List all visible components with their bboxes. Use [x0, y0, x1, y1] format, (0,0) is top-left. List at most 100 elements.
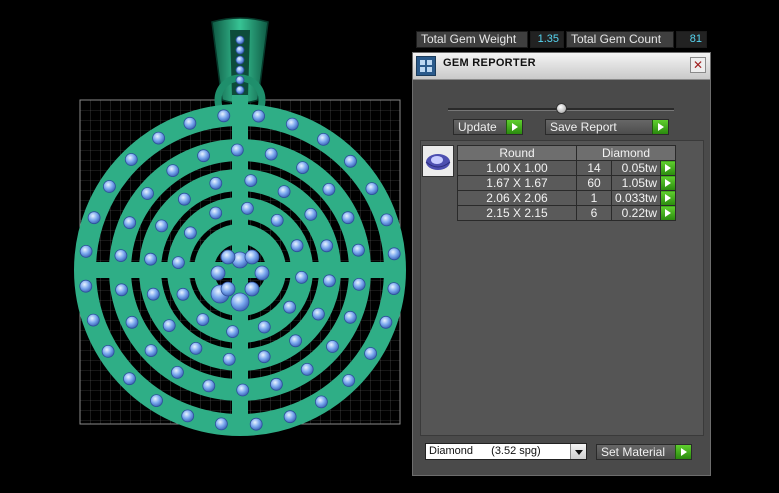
- gem-stone: [380, 213, 394, 227]
- gem-size: 2.15 X 2.15: [457, 205, 577, 221]
- close-icon: ✕: [692, 58, 704, 72]
- gem-stone: [257, 320, 271, 334]
- panel-titlebar[interactable]: GEM REPORTER ✕: [413, 53, 710, 80]
- gem-stone: [317, 132, 330, 146]
- gem-stone: [322, 274, 336, 288]
- gem-stone: [226, 325, 240, 339]
- gem-stone: [125, 315, 139, 329]
- table-row: 1.67 X 1.67 60 1.05tw: [457, 175, 677, 191]
- gem-stone: [235, 45, 245, 55]
- gem-stone: [220, 281, 236, 297]
- gem-stone: [235, 85, 245, 95]
- gem-stone: [155, 219, 169, 233]
- gem-stone: [230, 143, 244, 157]
- gem-stone: [79, 279, 93, 293]
- gem-stone: [252, 109, 266, 123]
- gem-quantity: 60: [576, 175, 612, 191]
- gem-stone: [314, 395, 328, 409]
- gem-stone: [296, 161, 310, 175]
- gem-stone: [123, 216, 137, 230]
- gem-stone: [183, 226, 197, 240]
- gem-size: 2.06 X 2.06: [457, 190, 577, 206]
- save-report-button[interactable]: Save Report: [545, 119, 669, 135]
- gem-stone: [209, 206, 223, 220]
- gem-stone: [124, 153, 138, 166]
- gem-stone: [166, 164, 180, 178]
- gem-stone: [235, 55, 245, 65]
- gem-stone: [351, 243, 365, 257]
- gem-stone: [277, 185, 291, 199]
- gem-stone: [341, 211, 355, 225]
- zoom-slider-handle[interactable]: [556, 103, 567, 114]
- gem-stone: [115, 283, 128, 297]
- gem-stone: [189, 341, 203, 355]
- gem-stone: [387, 282, 401, 296]
- gem-shape-thumbnail[interactable]: [422, 145, 454, 177]
- gem-stone: [343, 310, 357, 324]
- gem-stone: [101, 344, 115, 358]
- gem-size: 1.00 X 1.00: [457, 160, 577, 176]
- gem-weight: 0.033tw: [610, 190, 662, 206]
- gem-stone: [244, 281, 260, 297]
- row-select-button[interactable]: [660, 160, 677, 176]
- gem-stone: [170, 365, 184, 379]
- gem-stone: [141, 187, 154, 200]
- update-button-label: Update: [458, 120, 497, 134]
- gem-stone: [304, 207, 318, 221]
- gem-stone: [87, 211, 101, 225]
- gem-stone: [379, 315, 393, 329]
- gem-stone: [295, 270, 309, 284]
- gem-stone: [197, 149, 211, 163]
- gem-stone: [290, 239, 304, 253]
- row-select-button[interactable]: [660, 175, 677, 191]
- set-material-button[interactable]: Set Material: [596, 444, 692, 460]
- gem-stone: [283, 300, 297, 314]
- row-select-button[interactable]: [660, 205, 677, 221]
- table-row: 2.15 X 2.15 6 0.22tw: [457, 205, 677, 221]
- close-button[interactable]: ✕: [690, 57, 706, 73]
- gem-stone: [254, 265, 270, 281]
- material-header: Diamond: [575, 145, 677, 161]
- total-weight-label: Total Gem Weight: [416, 31, 528, 48]
- gem-stone: [209, 176, 223, 190]
- set-material-button-label: Set Material: [601, 445, 666, 459]
- gem-stone: [177, 192, 191, 206]
- gem-weight: 0.05tw: [610, 160, 662, 176]
- gem-stone: [326, 340, 339, 353]
- material-dropdown[interactable]: Diamond (3.52 spg): [425, 443, 587, 460]
- gem-weight: 0.22tw: [610, 205, 662, 221]
- gem-stone: [236, 383, 250, 397]
- play-arrow-icon: [675, 445, 691, 459]
- gem-stone: [162, 319, 176, 333]
- gem-stone: [222, 352, 236, 366]
- panel-title: GEM REPORTER: [443, 57, 536, 69]
- gem-stone: [144, 252, 158, 266]
- play-arrow-icon: [652, 120, 668, 134]
- gem-stone: [235, 75, 245, 85]
- total-weight-value: 1.35: [530, 31, 564, 48]
- gem-stone: [220, 249, 236, 265]
- gem-stone: [152, 131, 166, 145]
- gem-table-header: Round Diamond: [457, 145, 677, 161]
- gem-stone: [240, 201, 254, 215]
- gem-stone: [283, 410, 297, 424]
- app-icon: [416, 56, 436, 76]
- table-row: 1.00 X 1.00 14 0.05tw: [457, 160, 677, 176]
- update-button[interactable]: Update: [453, 119, 523, 135]
- gem-stone: [210, 265, 226, 281]
- gem-size: 1.67 X 1.67: [457, 175, 577, 191]
- row-select-button[interactable]: [660, 190, 677, 206]
- gem-stone: [269, 377, 283, 391]
- gem-stone: [103, 180, 116, 193]
- gem-stone: [123, 372, 136, 386]
- gem-stone: [181, 409, 195, 423]
- chevron-down-icon: [570, 444, 586, 459]
- total-count-value: 81: [676, 31, 707, 48]
- save-report-button-label: Save Report: [550, 120, 617, 134]
- gem-quantity: 14: [576, 160, 612, 176]
- gem-stone: [264, 147, 278, 161]
- gem-stone: [344, 154, 357, 168]
- gem-stone: [146, 287, 160, 301]
- material-density: (3.52 spg): [491, 445, 541, 457]
- gem-stone: [235, 65, 245, 75]
